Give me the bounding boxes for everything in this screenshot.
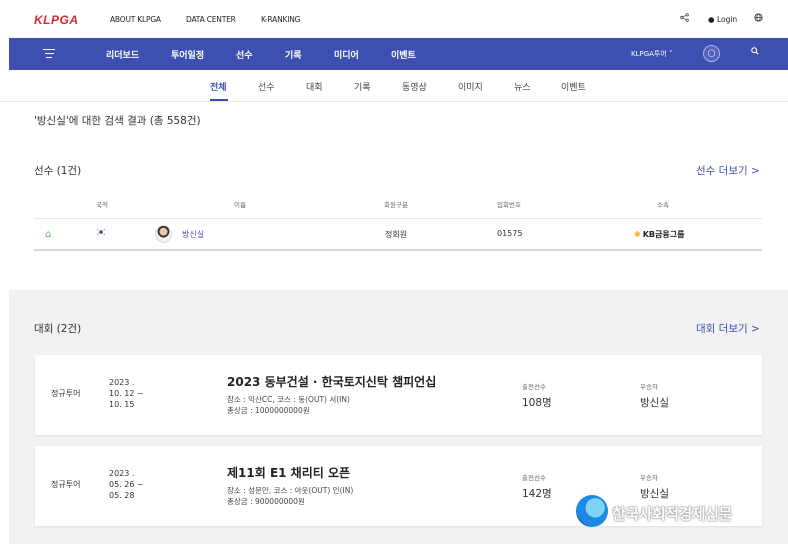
player-avatar[interactable]	[155, 225, 172, 243]
watermark-logo-icon	[576, 495, 608, 527]
tournament-type: 정규투어	[51, 480, 81, 489]
tournament-name[interactable]: 제11회 E1 채리티 오픈	[227, 464, 350, 481]
kb-star-icon: ✱	[634, 230, 641, 239]
col-name: 이름	[234, 201, 246, 209]
entrants-value: 142명	[522, 488, 552, 500]
link-k-ranking[interactable]: K-RANKING	[261, 15, 300, 24]
active-tab-indicator	[210, 99, 228, 101]
tab-images[interactable]: 이미지	[458, 80, 483, 93]
login-button[interactable]: ● Login	[708, 15, 737, 24]
players-section-title: 선수 (1건)	[34, 165, 82, 177]
tab-videos[interactable]: 동영상	[402, 80, 427, 93]
winner-value[interactable]: 방신실	[640, 395, 669, 410]
col-affiliation: 소속	[657, 201, 669, 209]
tab-players[interactable]: 선수	[258, 80, 275, 93]
tournament-type: 정규투어	[51, 389, 81, 398]
search-icon[interactable]	[751, 47, 759, 58]
tournament-date: 2023 . 05. 26 ~ 05. 28	[109, 469, 144, 500]
link-about-klpga[interactable]: ABOUT KLPGA	[110, 15, 161, 24]
tournament-details: 장소 : 익산CC, 코스 : 동(OUT) 서(IN) 총상금 : 10000…	[227, 394, 350, 416]
winner-label: 우승자	[640, 474, 658, 482]
tournaments-more-link[interactable]: 대회 더보기 >	[696, 321, 760, 336]
top-bar: KLPGA ABOUT KLPGA DATA CENTER K-RANKING …	[0, 0, 788, 38]
main-nav: 리더보드 투어일정 선수 기록 미디어 이벤트 KLPGA투어 ˅ ◯	[9, 38, 788, 70]
col-member-no: 입회번호	[497, 201, 521, 209]
tab-tournaments[interactable]: 대회	[306, 80, 323, 93]
klpga-logo[interactable]: KLPGA	[34, 13, 79, 27]
sponsor-name: KB금융그룹	[642, 230, 685, 239]
player-member-no: 01575	[497, 229, 523, 238]
globe-icon[interactable]	[754, 13, 763, 25]
tournament-details: 장소 : 성문안, 코스 : 아웃(OUT) 인(IN) 총상금 : 90000…	[227, 485, 353, 507]
nav-tour-schedule[interactable]: 투어일정	[171, 48, 204, 61]
korea-flag-icon	[96, 228, 107, 239]
tab-all[interactable]: 전체	[210, 80, 227, 93]
player-name-link[interactable]: 방신실	[182, 229, 204, 240]
nav-leaderboard[interactable]: 리더보드	[106, 48, 139, 61]
user-icon: ●	[708, 15, 715, 24]
login-label: Login	[716, 15, 738, 24]
tournaments-section-title: 대회 (2건)	[34, 323, 82, 335]
tournament-prize: 총상금 : 900000000원	[227, 497, 305, 506]
home-icon[interactable]: ⌂	[45, 229, 51, 240]
nav-media[interactable]: 미디어	[334, 48, 359, 61]
col-member-type: 회원구분	[384, 201, 408, 209]
col-nationality: 국적	[96, 201, 108, 209]
tournament-prize: 총상금 : 1000000000원	[227, 406, 310, 415]
tournament-venue: 장소 : 익산CC, 코스 : 동(OUT) 서(IN)	[227, 395, 350, 404]
players-more-link[interactable]: 선수 더보기 >	[696, 163, 760, 178]
table-row[interactable]: ⌂ 방신실 정회원 01575 ✱ KB금융그룹	[34, 218, 762, 251]
nav-players[interactable]: 선수	[236, 48, 253, 61]
tour-select-dropdown[interactable]: KLPGA투어 ˅	[631, 49, 673, 59]
entrants-value: 108명	[522, 397, 552, 409]
tournament-card[interactable]: 정규투어 2023 . 10. 12 ~ 10. 15 2023 동부건설 · …	[35, 355, 762, 435]
entrants-label: 출전선수	[522, 383, 546, 391]
winner-value[interactable]: 방신실	[640, 486, 669, 501]
tab-events[interactable]: 이벤트	[561, 80, 586, 93]
tournament-venue: 장소 : 성문안, 코스 : 아웃(OUT) 인(IN)	[227, 486, 354, 495]
tab-records[interactable]: 기록	[354, 80, 371, 93]
tab-news[interactable]: 뉴스	[514, 80, 531, 93]
search-result-title: '방신실'에 대한 검색 결과 (총 558건)	[34, 115, 201, 127]
share-icon[interactable]	[680, 13, 689, 25]
watermark-text: 한국사회적경제신문	[612, 505, 732, 523]
search-tabs: 전체 선수 대회 기록 동영상 이미지 뉴스 이벤트	[0, 70, 788, 102]
menu-icon[interactable]	[43, 49, 55, 60]
nav-events[interactable]: 이벤트	[391, 48, 416, 61]
nav-records[interactable]: 기록	[285, 48, 302, 61]
player-member-type: 정회원	[385, 230, 408, 239]
link-data-center[interactable]: DATA CENTER	[186, 15, 236, 24]
tournament-name[interactable]: 2023 동부건설 · 한국토지신탁 챔피언십	[227, 373, 436, 390]
winner-label: 우승자	[640, 383, 658, 391]
entrants-label: 출전선수	[522, 474, 546, 482]
emblem-icon[interactable]: ◯	[703, 45, 720, 62]
sponsor-logo: ✱ KB금융그룹	[634, 229, 684, 240]
tournament-date: 2023 . 10. 12 ~ 10. 15	[109, 378, 144, 409]
